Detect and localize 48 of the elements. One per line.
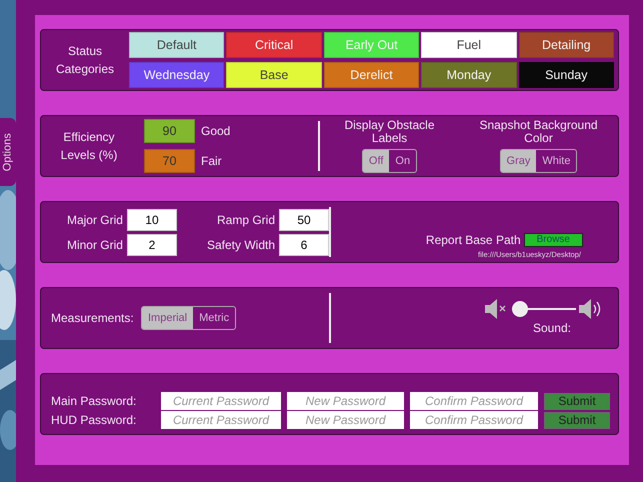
category-button[interactable]: Detailing [518,32,614,58]
toggle-title: Snapshot Background Color [478,118,599,145]
slider-thumb[interactable] [512,301,528,317]
toggle-option[interactable]: Off [362,150,390,172]
field-label: Main Password: [51,393,138,410]
category-button[interactable]: Base [226,62,322,88]
password-field[interactable]: New Password [287,411,404,429]
category-button[interactable]: Derelict [324,62,420,88]
field-label: Safety Width [206,236,275,254]
volume-icon[interactable] [579,299,603,319]
number-field[interactable]: 2 [126,234,177,256]
number-field[interactable]: 10 [126,208,177,230]
section-label: Efficiency Levels (%) [60,129,118,164]
field-label: HUD Password: [51,412,138,429]
password-field[interactable]: Current Password [161,392,281,410]
category-button[interactable]: Monday [421,62,517,88]
toggle-option[interactable]: White [536,150,576,172]
level-field[interactable]: 70 [144,149,195,173]
toggle-title: Display Obstacle Labels [343,118,436,145]
field-label: Ramp Grid [216,212,275,228]
browse-button[interactable]: Browse [524,232,583,247]
options-tab[interactable]: Options [0,118,16,186]
submit-button[interactable]: Submit [544,392,610,410]
password-field[interactable]: Confirm Password [410,411,538,429]
category-button[interactable]: Wednesday [129,62,224,88]
sound-label: Sound: [532,320,571,337]
number-field[interactable]: 6 [279,234,329,256]
field-label: Major Grid [66,212,123,228]
password-field[interactable]: Confirm Password [410,392,538,410]
category-button[interactable]: Default [129,32,224,58]
number-field[interactable]: 50 [279,208,329,230]
category-button[interactable]: Sunday [518,62,614,88]
section-label: Status Categories [54,43,116,78]
level-label: Fair [201,153,222,170]
submit-button[interactable]: Submit [544,412,610,428]
level-field[interactable]: 90 [144,119,195,143]
toggle-option[interactable]: Gray [500,150,536,172]
toggle-option[interactable]: On [389,150,416,172]
field-label: Report Base Path [426,232,521,249]
category-button[interactable]: Critical [226,32,322,58]
toggle-option[interactable]: Imperial [142,306,194,330]
field-label: Minor Grid [66,236,123,254]
category-button[interactable]: Fuel [421,32,517,58]
level-label: Good [201,123,230,140]
password-field[interactable]: New Password [287,392,404,410]
field-label: Measurements: [51,310,135,327]
password-field[interactable]: Current Password [161,411,281,429]
toggle-option[interactable]: Metric [193,306,236,330]
